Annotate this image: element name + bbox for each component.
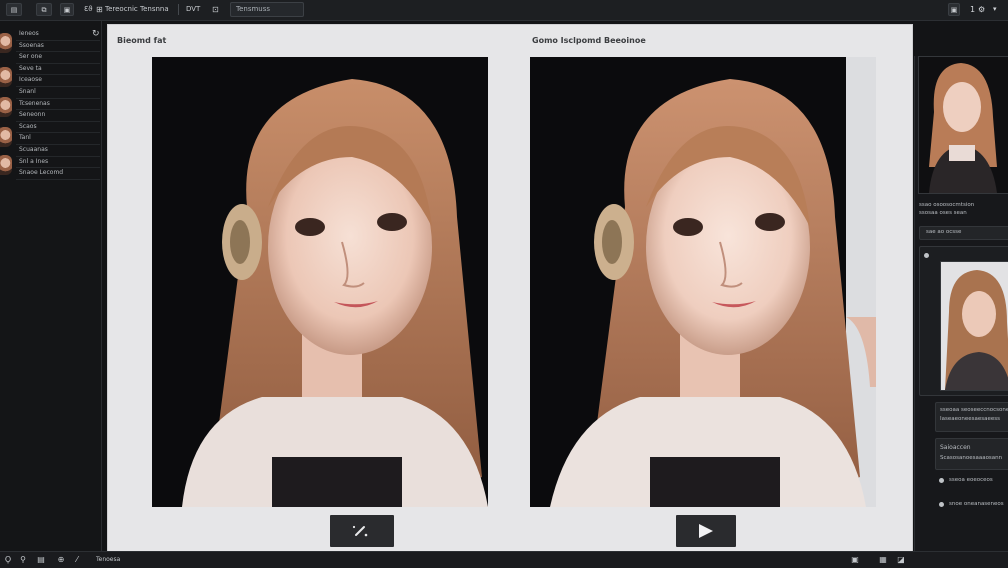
portrait-illustration [152, 57, 488, 507]
pin-icon[interactable]: ⚲ [18, 555, 28, 565]
sidebar-thumbnail[interactable] [0, 67, 12, 87]
menu-dvt[interactable]: DVT [186, 3, 200, 16]
brush-icon[interactable]: ⁄ [72, 555, 82, 565]
view-icon[interactable]: ⊡ [212, 3, 219, 16]
list-icon[interactable]: ▤ [36, 555, 46, 565]
preview-caption: ssosaa oses sean [919, 210, 967, 216]
sidebar-item[interactable]: Snaoe Lecomd [16, 168, 100, 180]
window-icon[interactable]: ▣ [948, 3, 960, 16]
original-image[interactable] [152, 57, 488, 507]
preview-portrait [919, 57, 1008, 193]
left-panel-title: Bieomd fat [117, 36, 167, 45]
grid-icon[interactable]: ▦ [878, 555, 888, 565]
sidebar-item[interactable]: Iceaose [16, 75, 100, 87]
indicator-dot [924, 253, 929, 258]
chevron-down-icon[interactable]: ▾ [993, 3, 997, 16]
info-box: sseoaa seoseeccnocsone Iaseaeoneesaesaee… [935, 402, 1008, 432]
zoom-icon[interactable]: ⊕ [56, 555, 66, 565]
edit-button[interactable] [330, 515, 394, 547]
sidebar-item[interactable]: Ieneos [16, 29, 100, 41]
sidebar-item[interactable]: Ser one [16, 52, 100, 64]
sidebar-thumbnail[interactable] [0, 155, 12, 175]
sidebar: ↻ Ieneos Ssoenas Ser one Seve ta Iceaose… [0, 21, 102, 551]
sidebar-item[interactable]: Tcsenenas [16, 99, 100, 111]
play-icon [699, 524, 713, 538]
sidebar-item[interactable]: Scuaanas [16, 145, 100, 157]
right-panel-title: Gomo Isclpomd Beeoinoe [532, 36, 646, 45]
status-icon[interactable]: Ϙ [3, 555, 13, 565]
menu-tensnna[interactable]: Tensnna [140, 3, 169, 16]
sidebar-list: Ieneos Ssoenas Ser one Seve ta Iceaose S… [16, 29, 100, 180]
option-label: snoe oneanaseneos [949, 501, 1004, 507]
top-toolbar: ▤ ⧉ ▣ Ɛϑ ⊞ Tereocnic Tensnna DVT ⊡ Tensm… [0, 0, 1008, 21]
sidebar-item[interactable]: Snl a Ines [16, 157, 100, 169]
option-radio[interactable] [939, 502, 944, 507]
frame-icon[interactable]: ▣ [60, 3, 74, 16]
pencil-sparkle-icon [352, 525, 368, 537]
sidebar-item[interactable]: Ssoenas [16, 41, 100, 53]
details-title: Saioaccen [940, 444, 971, 451]
settings-icon[interactable]: ⚙ [978, 3, 985, 16]
details-text: Scasosanoesaaaosann [940, 455, 1003, 461]
counter-label: 1 [970, 5, 976, 14]
sidebar-thumbnail[interactable] [0, 127, 12, 147]
details-box[interactable]: Saioaccen Scasosanoesaaaosann [935, 438, 1008, 470]
portrait-illustration [530, 57, 876, 507]
secondary-portrait [941, 262, 1008, 390]
window-icon[interactable]: ▣ [850, 555, 860, 565]
status-bar: Ϙ ⚲ ▤ ⊕ ⁄ Tenoesa ▣ ▦ ◪ [0, 551, 1008, 568]
option-label: sseoa eoeoceos [949, 477, 993, 483]
menu-icon[interactable]: ▤ [6, 3, 22, 16]
main-compare-panel: Bieomd fat Gomo Isclpomd Beeoinoe [107, 24, 913, 552]
preview-thumbnail[interactable] [918, 56, 1008, 194]
sidebar-thumbnail[interactable] [0, 97, 12, 117]
sidebar-item[interactable]: Scaos [16, 122, 100, 134]
secondary-preview-frame [919, 246, 1008, 396]
sidebar-item[interactable]: Seve ta [16, 64, 100, 76]
right-side-panel: ssao osoosocmtsion ssosaa oses sean sae … [914, 56, 1008, 552]
toolbar-divider [178, 4, 179, 15]
info-text: Iaseaeoneesaesaeess [940, 416, 1000, 422]
grid-icon[interactable]: ⊞ [96, 3, 103, 16]
menu-tereocnic[interactable]: Tereocnic [105, 3, 138, 16]
layers-icon[interactable]: ⧉ [36, 3, 52, 16]
preview-caption: ssao osoosocmtsion [919, 202, 975, 208]
section-header[interactable]: sae ao ocsse [919, 226, 1008, 240]
sidebar-item[interactable]: Tanl [16, 133, 100, 145]
split-view-icon[interactable]: ◪ [896, 555, 906, 565]
restored-image[interactable] [530, 57, 876, 507]
sidebar-item[interactable]: Seneonn [16, 110, 100, 122]
play-button[interactable] [676, 515, 736, 547]
section-label: sae ao ocsse [926, 229, 962, 235]
status-text: Tenoesa [96, 556, 121, 563]
option-radio[interactable] [939, 478, 944, 483]
search-input[interactable]: Tensmuss [230, 2, 304, 17]
sidebar-item[interactable]: Snanl [16, 87, 100, 99]
tool-label[interactable]: Ɛϑ [84, 3, 93, 16]
info-text: sseoaa seoseeccnocsone [940, 407, 1008, 413]
sidebar-thumbnail[interactable] [0, 33, 12, 53]
secondary-thumbnail[interactable] [940, 261, 1008, 391]
